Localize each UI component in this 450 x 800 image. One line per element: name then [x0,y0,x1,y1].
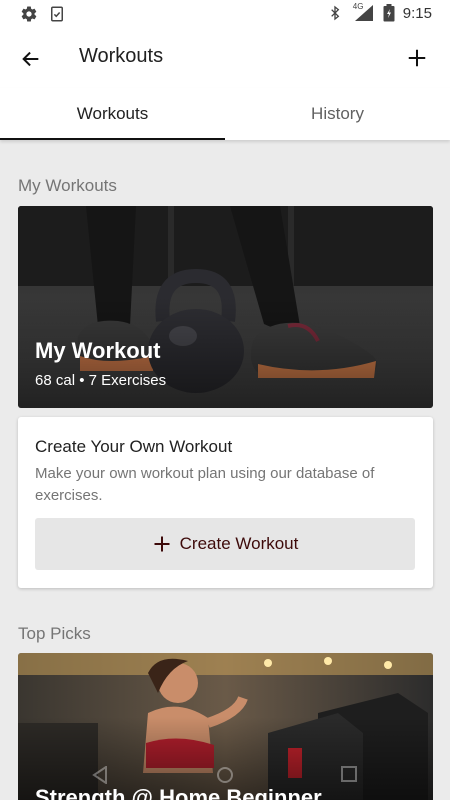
tab-history[interactable]: History [225,88,450,140]
status-right-icons: 4G 9:15 [327,2,432,22]
create-workout-title: Create Your Own Workout [35,437,233,456]
tab-bar: Workouts History [0,88,450,140]
nav-recents-icon[interactable] [341,766,357,782]
gear-icon [20,5,38,23]
network-label: 4G [352,2,364,11]
back-button[interactable] [16,44,46,74]
nav-back-icon[interactable] [92,766,108,784]
my-workout-title: My Workout [35,338,161,363]
plus-icon [408,49,426,67]
add-button[interactable] [402,43,432,73]
my-workout-meta: 68 cal • 7 Exercises [35,372,167,389]
signal-4g-icon: 4G [352,2,375,22]
status-time: 9:15 [402,4,432,22]
app-bar: Workouts [0,28,450,88]
clipboard-check-icon [48,5,66,23]
bluetooth-icon [327,4,345,22]
my-workout-card[interactable]: My Workout 68 cal • 7 Exercises [18,206,433,408]
status-bar: 4G 9:15 [0,0,450,28]
system-nav-bar [0,760,450,790]
tab-workouts[interactable]: Workouts [0,88,225,140]
top-picks-section-title: Top Picks [18,624,91,643]
page-title: Workouts [79,45,164,67]
my-workouts-section-title: My Workouts [18,176,117,195]
create-workout-button[interactable]: Create Workout [35,518,415,570]
create-workout-description: Make your own workout plan using our dat… [35,465,375,504]
plus-icon [154,536,170,552]
arrow-left-icon [22,51,39,67]
create-workout-button-label: Create Workout [179,534,299,553]
status-left-icons [20,5,66,23]
nav-home-icon[interactable] [216,766,234,784]
battery-icon [383,4,395,22]
create-workout-card: Create Your Own Workout Make your own wo… [18,417,433,588]
